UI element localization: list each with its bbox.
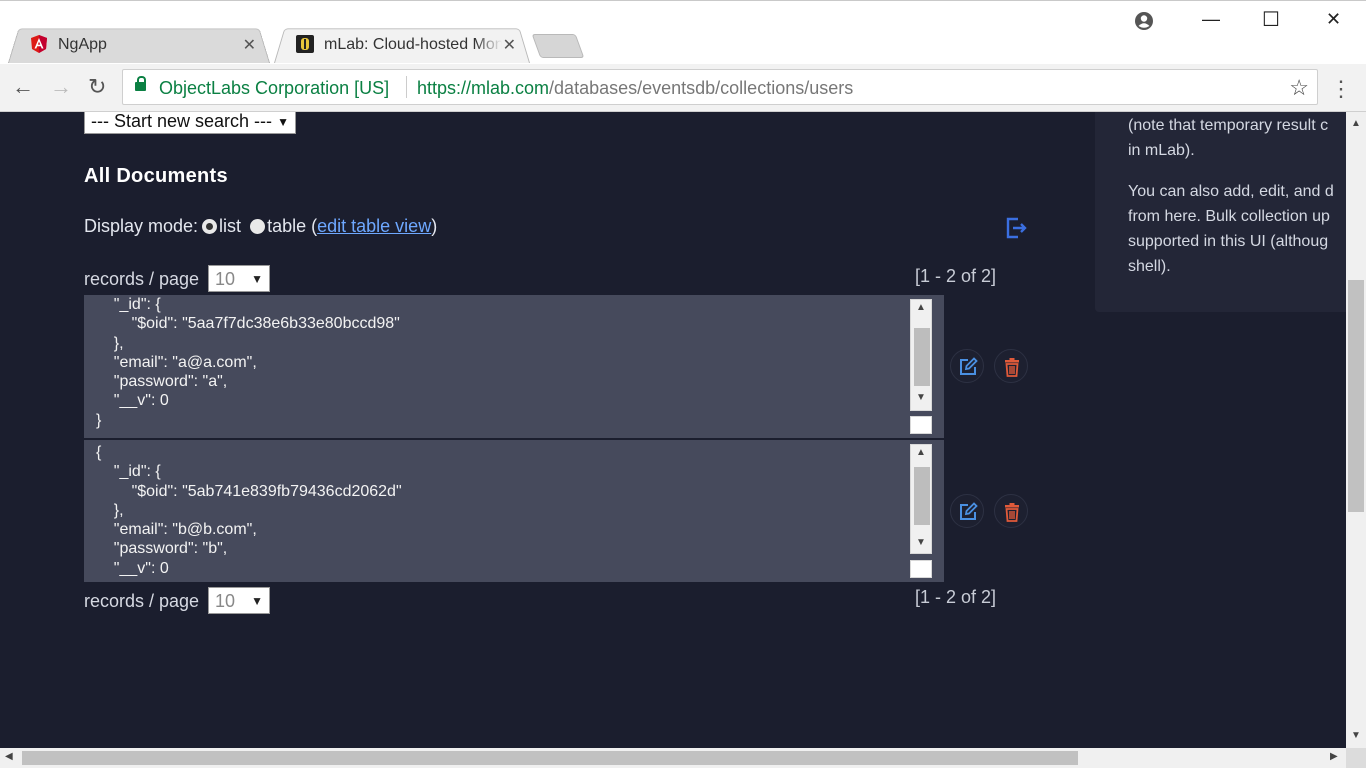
document-scrollbar[interactable]: ▲ ▼ [910,299,932,411]
info-line: (note that temporary result c [1128,117,1329,134]
angular-icon [31,35,47,53]
table-label[interactable]: table [267,216,306,236]
mlab-icon [296,35,314,53]
minimize-button[interactable]: — [1202,9,1220,30]
document-editor[interactable]: "_id": { "$oid": "5aa7f7dc38e6b33e80bccd… [84,295,944,438]
delete-document-button[interactable] [994,494,1028,528]
scroll-thumb[interactable] [914,467,930,525]
menu-icon[interactable]: ⋮ [1330,76,1352,102]
chevron-down-icon: ▼ [277,115,289,129]
tab-close-icon[interactable]: ✕ [243,35,256,55]
search-select[interactable]: --- Start new search --- ▼ [84,112,296,134]
info-line: from here. Bulk collection up [1128,208,1330,225]
back-button[interactable]: ← [12,76,34,98]
maximize-button[interactable]: ☐ [1262,7,1280,32]
chevron-down-icon: ▼ [251,594,263,608]
scroll-right-icon[interactable]: ▶ [1330,751,1338,762]
forward-button[interactable]: → [50,76,72,98]
display-mode-row: Display mode: list table (edit table view… [84,216,437,237]
lock-icon [135,76,146,91]
address-bar[interactable]: ObjectLabs Corporation [US] https://mlab… [122,69,1318,105]
browser-toolbar: ← → ↻ ObjectLabs Corporation [US] https:… [0,64,1366,112]
page-title: All Documents [84,165,228,187]
delete-icon [1005,503,1019,522]
records-per-page-value: 10 [215,269,236,289]
scroll-down-icon[interactable]: ▼ [911,537,931,548]
info-line: in mLab). [1128,142,1195,159]
edit-icon [960,357,978,375]
resize-handle[interactable] [910,560,932,578]
account-icon[interactable] [1134,11,1154,31]
tab-mlab[interactable]: mLab: Cloud-hosted MongoDB ✕ [274,25,530,63]
new-tab-button[interactable] [531,34,585,58]
scroll-down-icon[interactable]: ▼ [911,392,931,403]
resize-handle[interactable] [910,416,932,434]
scroll-thumb[interactable] [1348,280,1364,512]
table-radio[interactable] [250,219,266,234]
scroll-thumb[interactable] [914,328,930,386]
document-scrollbar[interactable]: ▲ ▼ [910,444,932,554]
pagination-range: [1 - 2 of 2] [915,266,997,286]
tab-strip: NgApp ✕ mLab: Cloud-hosted MongoDB ✕ — ☐… [0,0,1366,64]
url-path: /databases/eventsdb/collections/users [549,78,854,98]
paren-close: ) [431,216,438,236]
scroll-up-icon[interactable]: ▲ [911,302,931,313]
document-editor[interactable]: { "_id": { "$oid": "5ab741e839fb79436cd2… [84,440,944,582]
info-line: You can also add, edit, and d [1128,183,1334,200]
scroll-left-icon[interactable]: ◀ [5,751,13,762]
star-icon[interactable]: ☆ [1289,75,1309,101]
edit-table-view-link[interactable]: edit table view [317,216,431,236]
scroll-up-icon[interactable]: ▲ [911,447,931,458]
delete-icon [1005,358,1019,377]
info-line: shell). [1128,258,1171,275]
tab-close-icon[interactable]: ✕ [503,35,516,55]
scroll-down-icon[interactable]: ▼ [1346,730,1366,741]
list-radio[interactable] [202,219,218,234]
page-vertical-scrollbar[interactable]: ▲ ▼ [1346,112,1366,748]
chevron-down-icon: ▼ [251,272,263,286]
close-window-button[interactable]: ✕ [1326,9,1341,30]
display-mode-label: Display mode: [84,216,199,236]
scroll-thumb[interactable] [22,751,1078,765]
records-per-page-select[interactable]: 10 ▼ [208,265,270,292]
tab-ngapp[interactable]: NgApp ✕ [8,25,270,63]
records-per-page-select[interactable]: 10 ▼ [208,587,270,614]
page-horizontal-scrollbar[interactable]: ◀ ▶ [0,748,1346,768]
delete-document-button[interactable] [994,349,1028,383]
list-label[interactable]: list [219,216,241,236]
scrollbar-corner [1346,748,1366,768]
records-per-page-label: records / page [84,269,200,289]
records-per-page-label: records / page [84,591,200,611]
info-line: supported in this UI (althoug [1128,233,1329,250]
document-json[interactable]: "_id": { "$oid": "5aa7f7dc38e6b33e80bccd… [84,295,944,430]
url-text[interactable]: https://mlab.com/databases/eventsdb/coll… [417,78,853,99]
edit-document-button[interactable] [950,349,984,383]
edit-document-button[interactable] [950,494,984,528]
export-icon[interactable] [1004,216,1028,240]
records-per-page-value: 10 [215,591,236,611]
reload-button[interactable]: ↻ [88,76,106,98]
url-host: https://mlab.com [417,78,550,98]
tab-title: NgApp [58,36,107,53]
document-json[interactable]: { "_id": { "$oid": "5ab741e839fb79436cd2… [84,443,944,578]
divider [406,76,407,98]
tab-title: mLab: Cloud-hosted MongoDB [324,36,502,53]
edit-icon [960,502,978,520]
pagination-range: [1 - 2 of 2] [915,587,997,607]
search-select-value: --- Start new search --- [91,112,273,131]
page-content: --- Start new search --- ▼ All Documents… [0,112,1346,748]
scroll-up-icon[interactable]: ▲ [1346,118,1366,129]
site-identity[interactable]: ObjectLabs Corporation [US] [159,78,389,99]
